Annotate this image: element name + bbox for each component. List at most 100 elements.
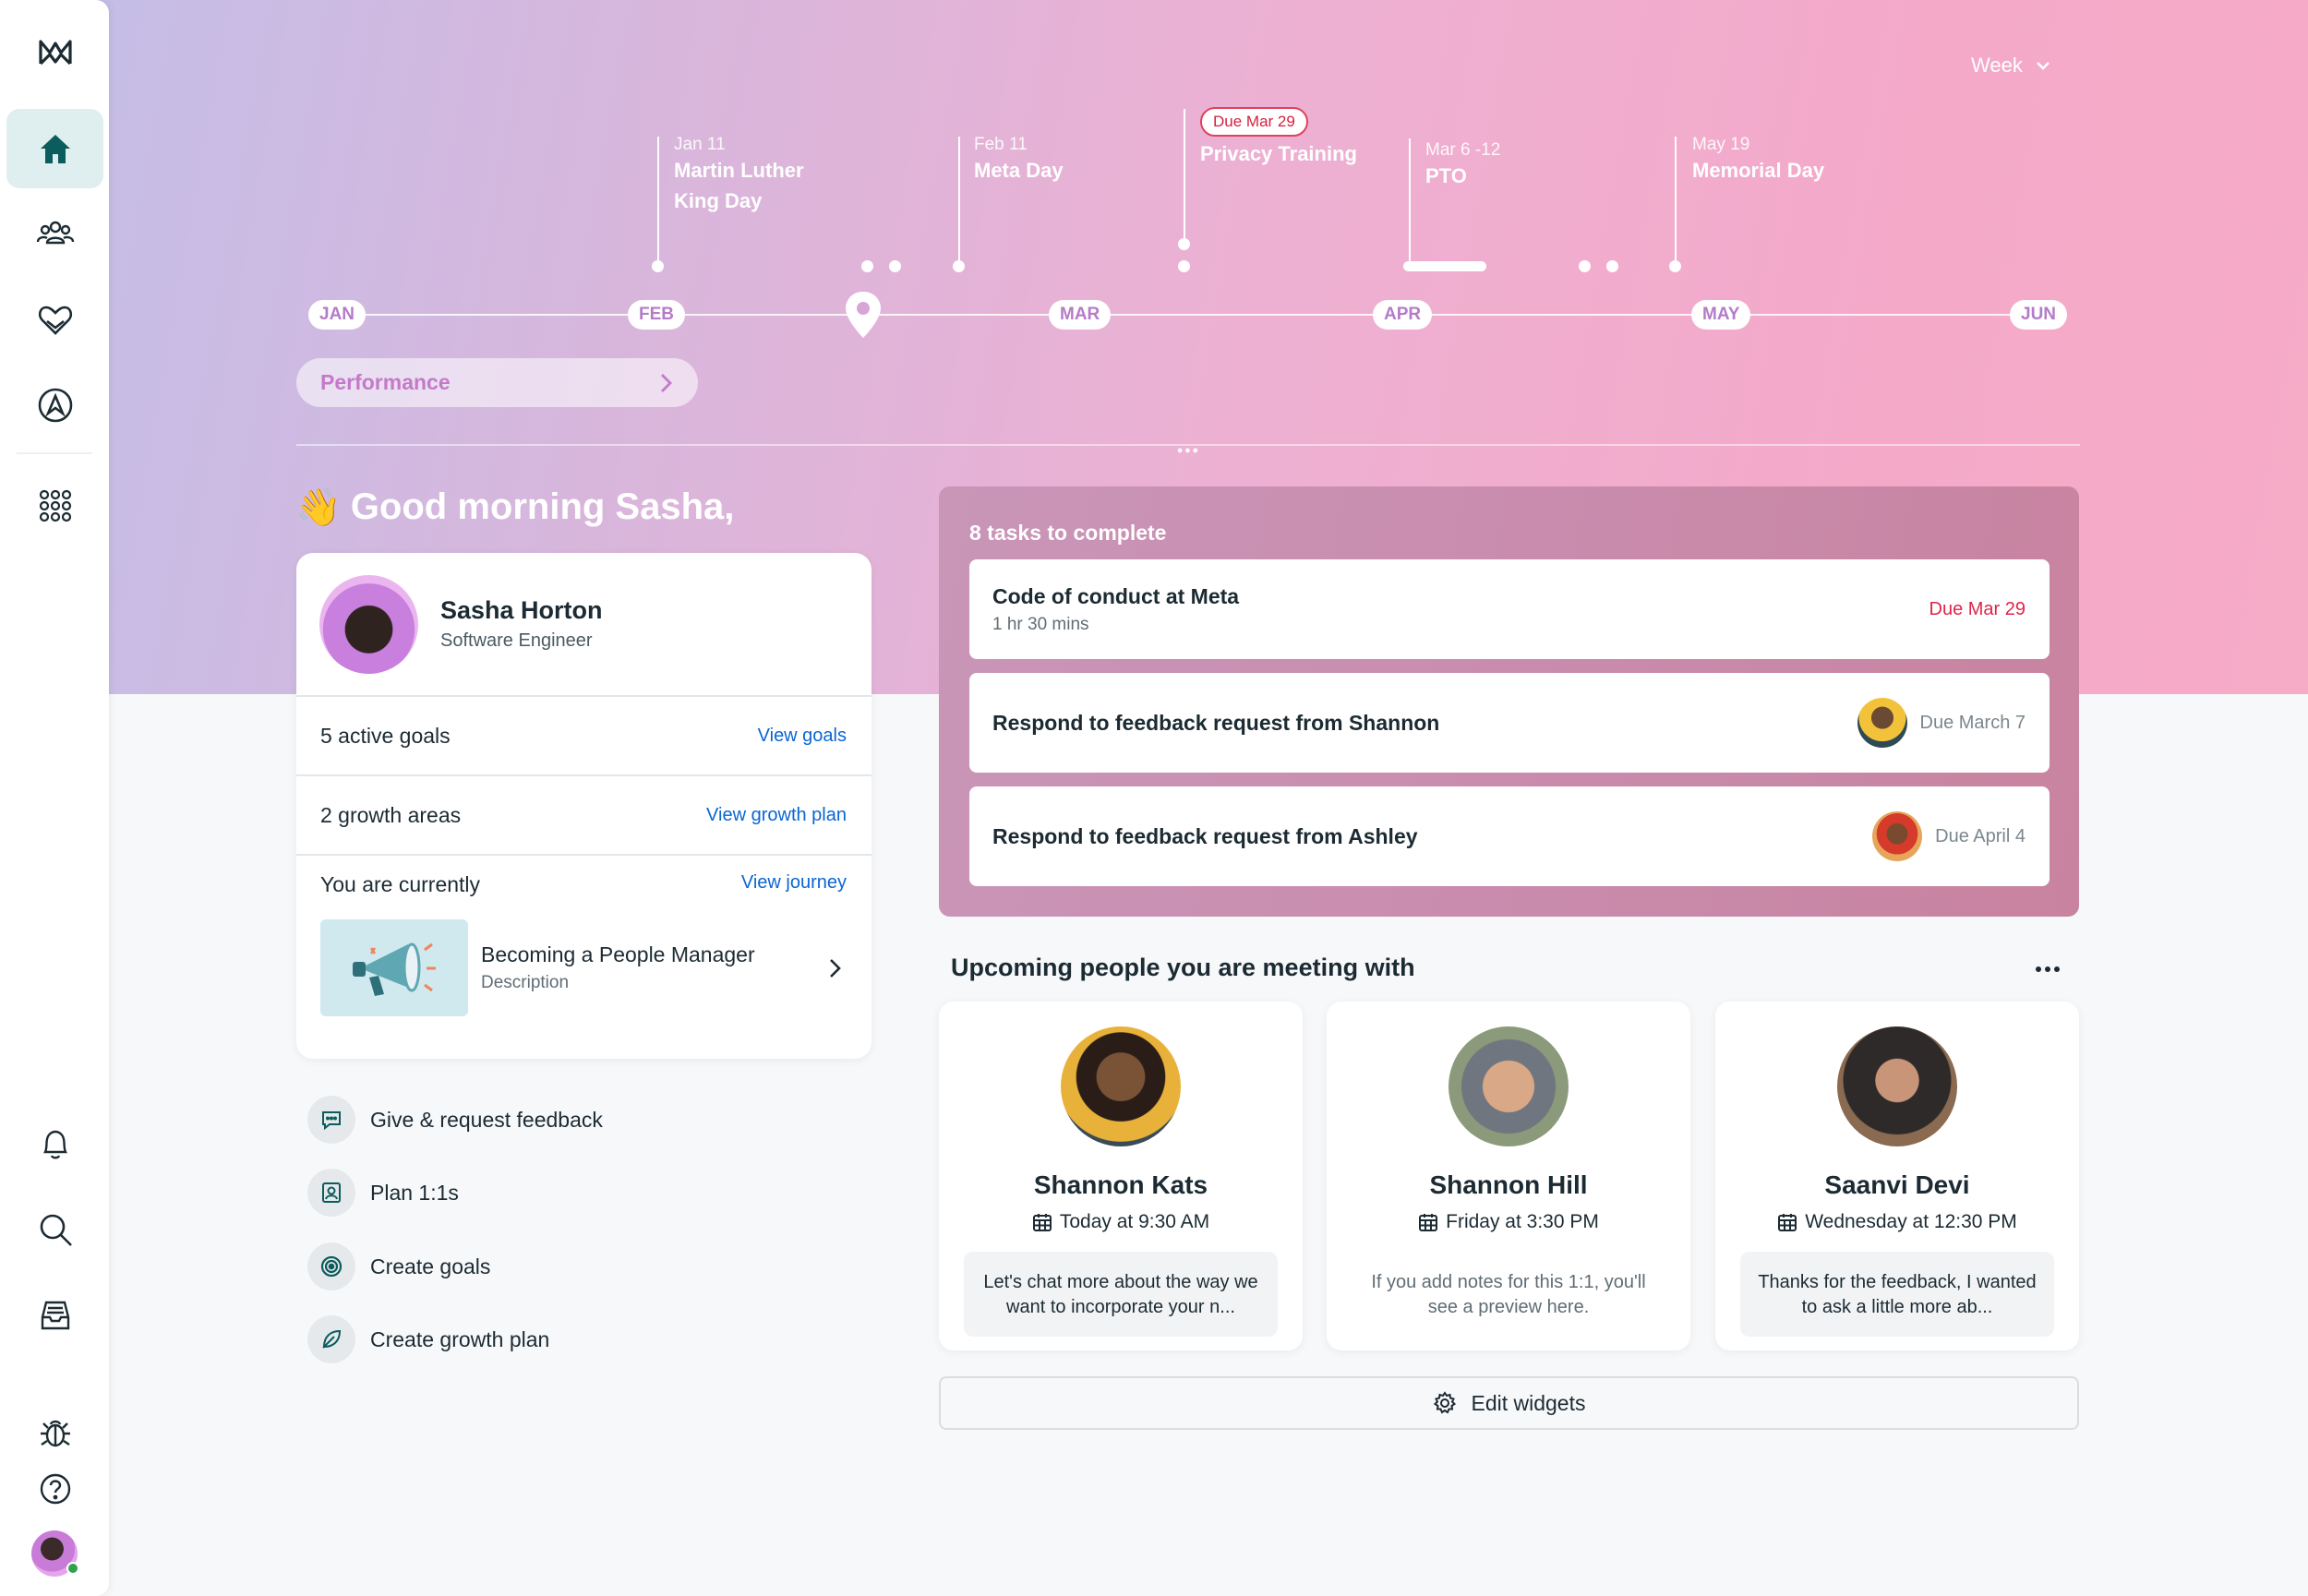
create-goals-action[interactable]: Create goals [307, 1242, 490, 1290]
meeting-time-text: Today at 9:30 AM [1059, 1211, 1210, 1232]
timeline-dot[interactable] [1178, 260, 1190, 272]
timeline-dot[interactable] [861, 260, 873, 272]
journey-thumbnail [320, 919, 468, 1016]
view-growth-plan-link[interactable]: View growth plan [706, 805, 847, 826]
person-avatar [1837, 1026, 1957, 1146]
timeline-dot[interactable] [1178, 238, 1190, 250]
edit-widgets-label: Edit widgets [1471, 1390, 1586, 1415]
timeline-event-privacy-training[interactable]: Privacy Training [1200, 138, 1357, 169]
task-item[interactable]: Respond to feedback request from Ashley … [969, 786, 2050, 886]
timeline-stem [1184, 109, 1185, 247]
quick-action-label: Plan 1:1s [370, 1180, 459, 1205]
timeline-stem [1675, 137, 1677, 266]
person-card[interactable]: Saanvi Devi Wednesday at 12:30 PM Thanks… [1715, 1002, 2079, 1350]
event-name: Memorial Day [1692, 159, 1825, 182]
meeting-time-text: Friday at 3:30 PM [1446, 1211, 1599, 1232]
timeline-event-pto[interactable]: Mar 6 -12 PTO [1425, 140, 1500, 191]
timeline-event-meta-day[interactable]: Feb 11 Meta Day [974, 135, 1064, 186]
person-card[interactable]: Shannon Kats Today at 9:30 AM Let's chat… [939, 1002, 1303, 1350]
event-name: Meta Day [974, 159, 1064, 182]
more-options-icon[interactable] [2034, 957, 2062, 981]
profile-avatar [319, 574, 418, 674]
search-icon [40, 1214, 72, 1246]
performance-button[interactable]: Performance [296, 358, 698, 407]
chevron-right-icon [830, 958, 841, 978]
profile-role: Software Engineer [440, 630, 593, 651]
timeline-dot[interactable] [652, 260, 664, 272]
timeline-axis [323, 314, 2050, 316]
sidebar-item-inbox[interactable] [6, 1276, 103, 1355]
timeline-stem [657, 137, 659, 266]
quick-action-label: Give & request feedback [370, 1107, 603, 1132]
month-label-may: MAY [1691, 300, 1751, 330]
view-journey-link[interactable]: View journey [741, 872, 847, 897]
compass-icon [38, 388, 72, 423]
task-title: Code of conduct at Meta [992, 583, 1240, 608]
meeting-time: Today at 9:30 AM [1032, 1211, 1209, 1233]
event-date: May 19 [1692, 135, 1750, 154]
user-avatar[interactable] [31, 1530, 79, 1577]
quick-action-label: Create growth plan [370, 1326, 550, 1351]
profile-header[interactable]: Sasha Horton Software Engineer [296, 553, 872, 697]
performance-label: Performance [320, 370, 451, 394]
plan-one-on-ones-action[interactable]: Plan 1:1s [307, 1169, 459, 1217]
timeline-event-mlk[interactable]: Jan 11 Martin Luther King Day [674, 135, 831, 216]
chat-icon [322, 1111, 341, 1131]
person-avatar [1449, 1026, 1569, 1146]
sidebar-item-home[interactable] [6, 109, 103, 188]
sidebar-item-people[interactable] [6, 194, 103, 273]
journey-item[interactable]: Becoming a People Manager Description [320, 919, 847, 1016]
person-card[interactable]: Shannon Hill Friday at 3:30 PM If you ad… [1327, 1002, 1690, 1350]
meta-logo-icon[interactable] [6, 13, 103, 92]
journey-title: Becoming a People Manager [481, 942, 755, 966]
journey-label: You are currently [320, 872, 481, 896]
month-label-jun: JUN [2010, 300, 2068, 330]
growth-count: 2 growth areas [320, 802, 462, 827]
portrait-icon [322, 1182, 341, 1203]
task-due-date: Due Mar 29 [1929, 598, 2026, 619]
give-request-feedback-action[interactable]: Give & request feedback [307, 1096, 603, 1144]
person-name: Saanvi Devi [1824, 1170, 1970, 1199]
pto-range-bar[interactable] [1403, 261, 1486, 271]
month-label-feb: FEB [628, 300, 685, 330]
week-select-label: Week [1971, 54, 2023, 77]
gear-icon [1434, 1391, 1457, 1414]
timeline-dot[interactable] [1669, 260, 1681, 272]
timeline-dot[interactable] [953, 260, 965, 272]
sidebar-item-notifications[interactable] [6, 1104, 103, 1183]
task-item[interactable]: Code of conduct at Meta 1 hr 30 mins Due… [969, 559, 2050, 659]
create-growth-plan-action[interactable]: Create growth plan [307, 1315, 549, 1363]
week-select[interactable]: Week [1971, 54, 2052, 78]
view-goals-link[interactable]: View goals [758, 726, 847, 747]
meeting-note: Thanks for the feedback, I wanted to ask… [1740, 1252, 2054, 1337]
sidebar-item-apps[interactable] [6, 466, 103, 546]
requester-avatar [1857, 698, 1907, 748]
help-icon [40, 1473, 70, 1505]
task-duration: 1 hr 30 mins [992, 614, 1089, 634]
heart-icon [38, 306, 72, 335]
wave-emoji-icon: 👋 [295, 487, 342, 528]
greeting-text: Good morning Sasha, [350, 486, 735, 527]
task-due-date: Due April 4 [1935, 825, 2026, 846]
timeline-dot[interactable] [889, 260, 901, 272]
due-badge: Due Mar 29 [1200, 107, 1308, 137]
sidebar-item-explore[interactable] [6, 366, 103, 445]
sidebar-item-search[interactable] [6, 1190, 103, 1269]
profile-name: Sasha Horton [440, 596, 603, 624]
timeline-dot[interactable] [1579, 260, 1591, 272]
event-name: Privacy Training [1200, 142, 1357, 165]
sidebar-divider [17, 452, 92, 454]
leaf-icon [322, 1329, 342, 1349]
bug-icon [40, 1420, 70, 1447]
edit-widgets-button[interactable]: Edit widgets [939, 1376, 2079, 1430]
sidebar-item-help[interactable] [6, 1449, 103, 1529]
calendar-icon [1032, 1214, 1052, 1231]
timeline-event-memorial-day[interactable]: May 19 Memorial Day [1692, 135, 1824, 186]
task-item[interactable]: Respond to feedback request from Shannon… [969, 673, 2050, 773]
growth-row: 2 growth areas View growth plan [296, 776, 872, 856]
greeting: 👋 Good morning Sasha, [295, 486, 734, 529]
month-label-mar: MAR [1049, 300, 1112, 330]
drag-handle-icon[interactable]: ••• [1177, 441, 1200, 461]
sidebar-item-wellbeing[interactable] [6, 280, 103, 359]
timeline-dot[interactable] [1606, 260, 1618, 272]
